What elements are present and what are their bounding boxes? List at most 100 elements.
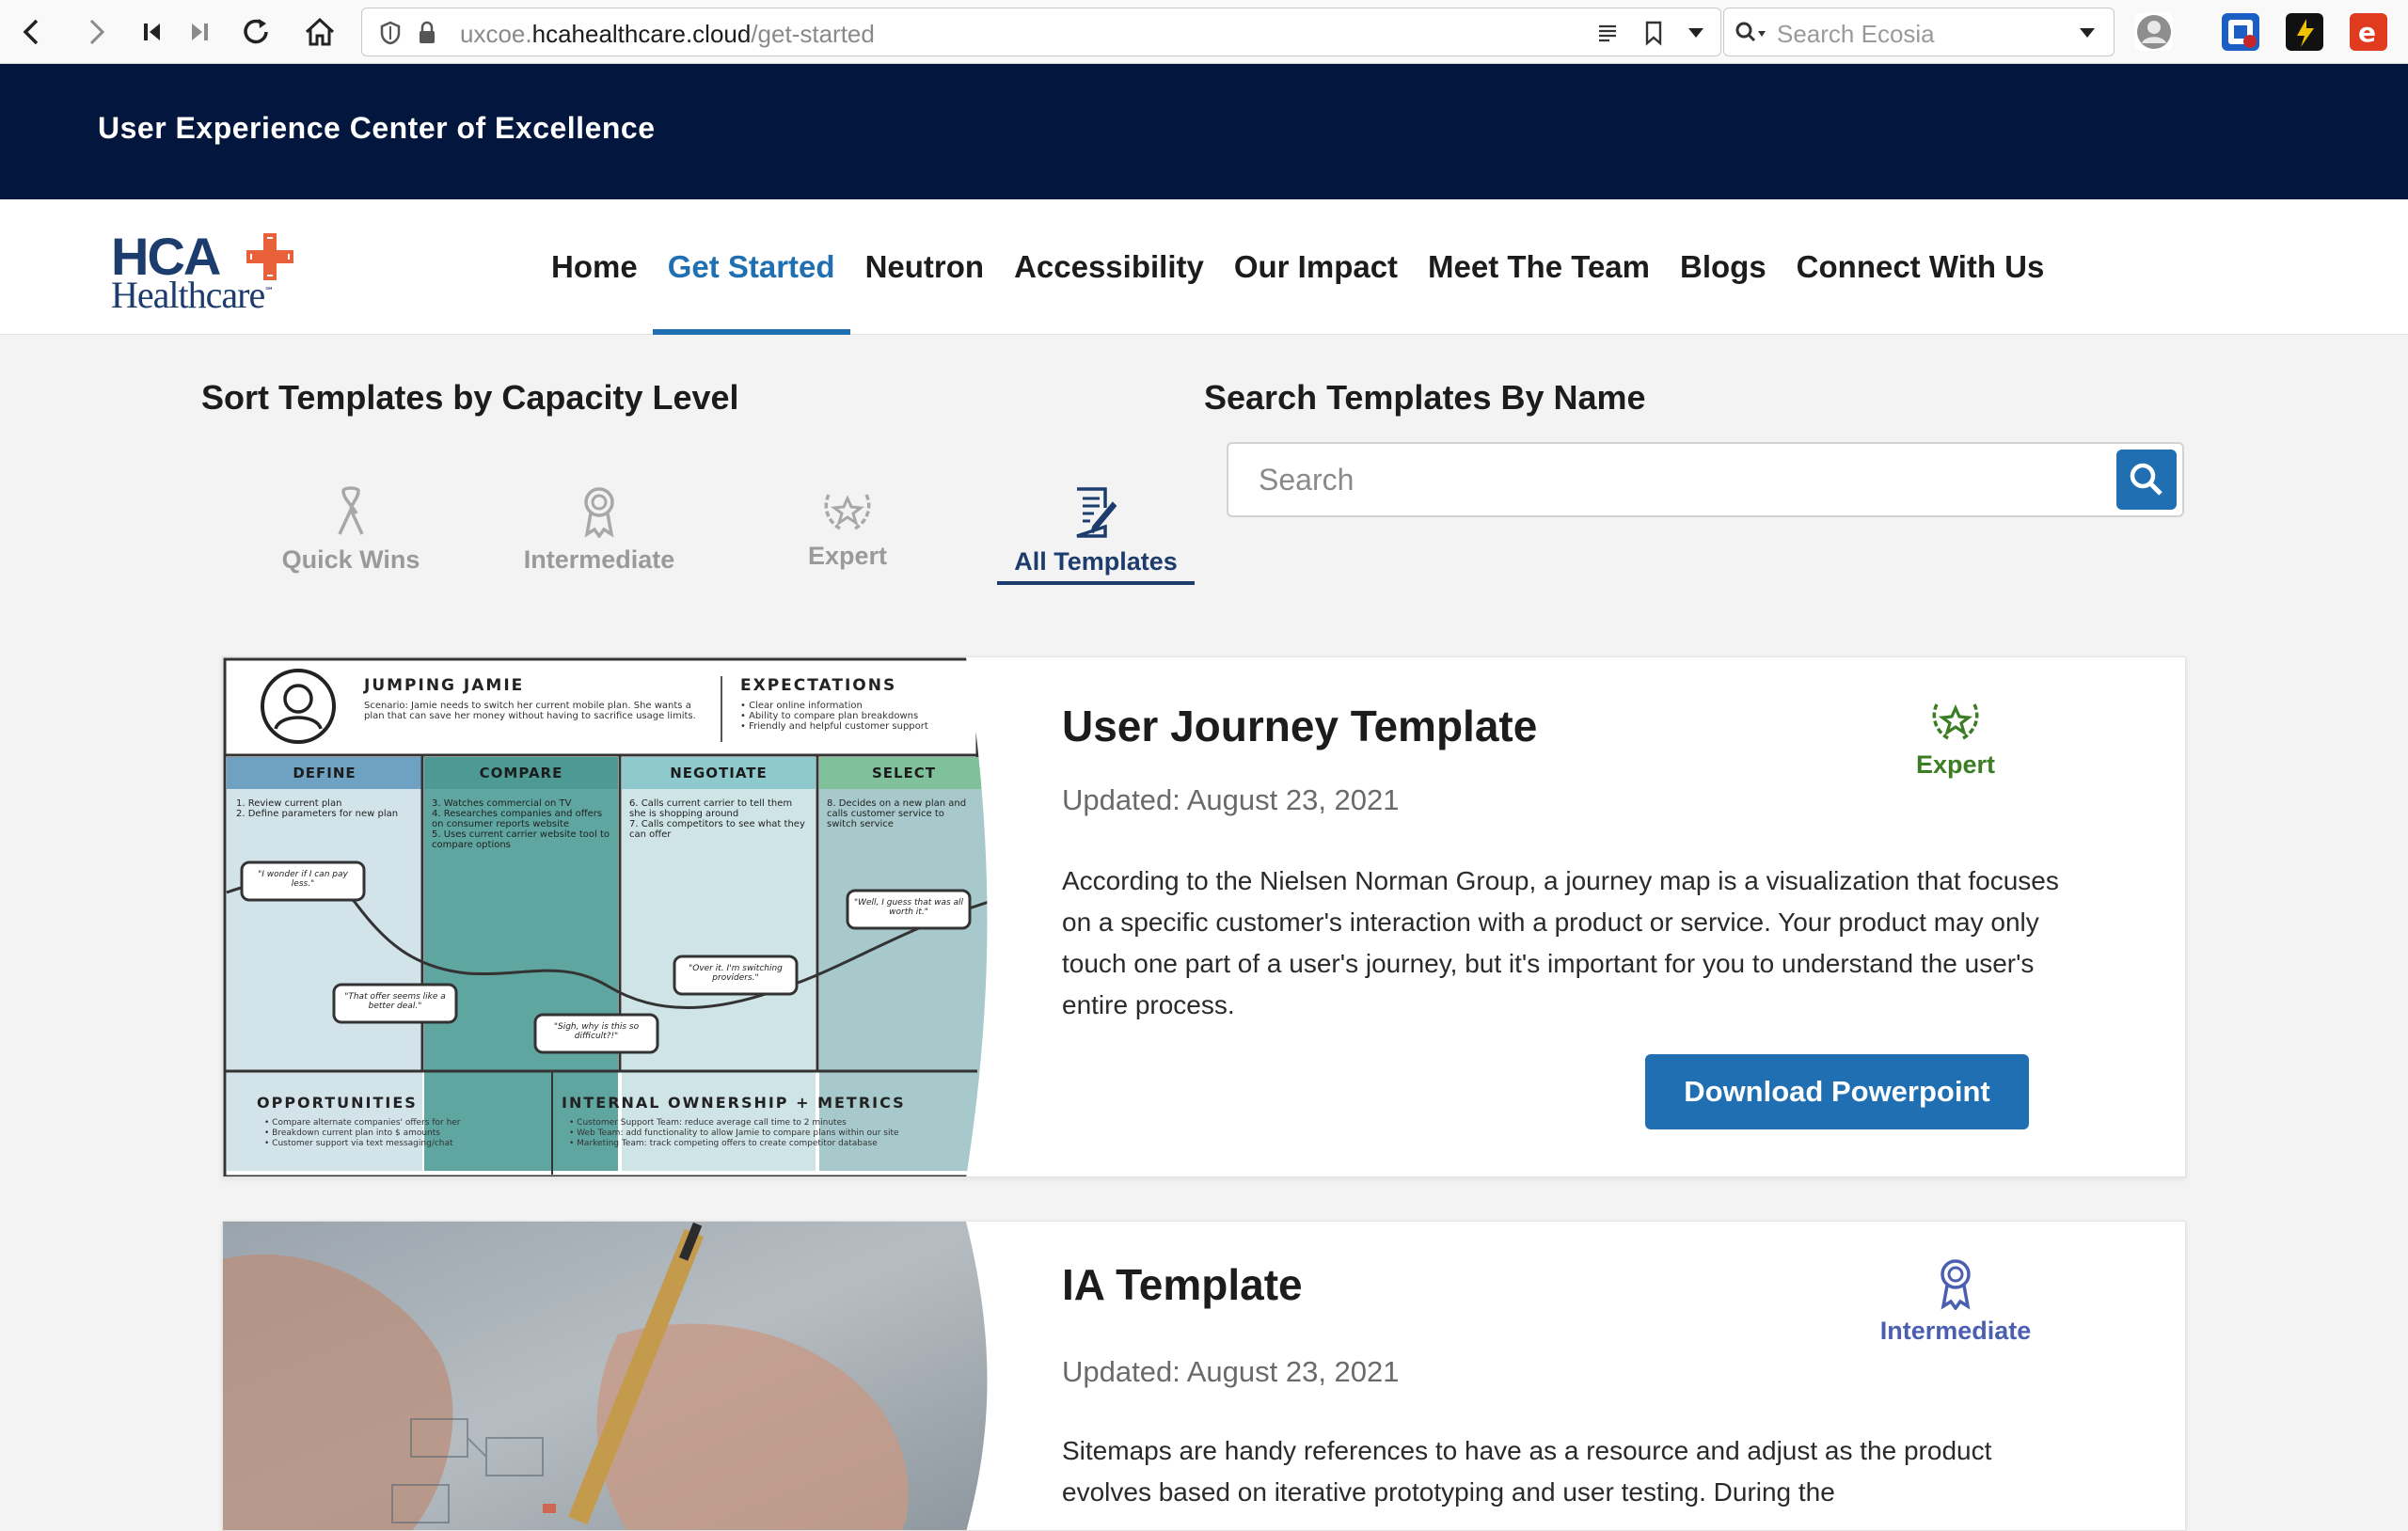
- logo-subtext: Healthcare℠: [111, 274, 274, 316]
- level-label: Expert: [1915, 750, 1996, 779]
- filter-all-templates[interactable]: All Templates: [997, 485, 1195, 585]
- filter-expert[interactable]: Expert: [749, 485, 946, 571]
- document-pen-icon: [1076, 487, 1117, 538]
- shield-icon[interactable]: [379, 21, 402, 45]
- extension-lightning-icon[interactable]: [2286, 13, 2323, 51]
- back-icon[interactable]: [11, 11, 53, 53]
- forward-icon[interactable]: [75, 11, 117, 53]
- ia-template-thumbnail[interactable]: [223, 1222, 989, 1530]
- phase-steps: 6. Calls current carrier to tell them sh…: [629, 798, 808, 840]
- level-badge-intermediate: Intermediate: [1861, 1257, 2050, 1346]
- main-navigation: HCA Healthcare℠ Home Get Started Neutron…: [0, 199, 2408, 335]
- expectations-list: • Clear online information • Ability to …: [740, 701, 928, 732]
- search-button[interactable]: [2116, 450, 2177, 510]
- phase-label: NEGOTIATE: [670, 765, 768, 781]
- nav-menu: Home Get Started Neutron Accessibility O…: [536, 199, 2059, 335]
- metrics-title: INTERNAL OWNERSHIP + METRICS: [562, 1094, 906, 1112]
- phase-step: 3. Watches commercial on TV: [432, 798, 572, 809]
- nav-meet-the-team[interactable]: Meet The Team: [1413, 199, 1665, 335]
- medal-icon: [1941, 1259, 1971, 1312]
- filter-label: Quick Wins: [281, 545, 420, 574]
- nav-neutron[interactable]: Neutron: [850, 199, 1000, 335]
- persona-name: JUMPING JAMIE: [364, 676, 525, 695]
- filter-quick-wins[interactable]: Quick Wins: [252, 485, 450, 575]
- reader-view-icon[interactable]: [1596, 22, 1619, 44]
- metric-item: • Web Team: add functionality to allow J…: [569, 1129, 899, 1138]
- medal-icon: [584, 487, 614, 538]
- phase-steps: 3. Watches commercial on TV 4. Researche…: [432, 798, 610, 850]
- extension-e-icon[interactable]: e: [2350, 13, 2387, 51]
- phase-step: 4. Researches companies and offers on co…: [432, 809, 603, 829]
- nav-blogs[interactable]: Blogs: [1665, 199, 1782, 335]
- quote: "Well, I guess that was all worth it.": [853, 898, 964, 917]
- nav-accessibility[interactable]: Accessibility: [999, 199, 1219, 335]
- expectations-title: EXPECTATIONS: [740, 676, 897, 695]
- nav-home[interactable]: Home: [536, 199, 653, 335]
- browser-search-placeholder: Search Ecosia: [1777, 20, 1935, 48]
- lock-icon[interactable]: [417, 21, 437, 45]
- phase-label: DEFINE: [293, 765, 356, 781]
- phase-step: 6. Calls current carrier to tell them sh…: [629, 798, 793, 819]
- template-title: IA Template: [1062, 1260, 1303, 1309]
- phase-step: 1. Review current plan: [236, 798, 342, 809]
- phase-steps: 8. Decides on a new plan and calls custo…: [827, 798, 968, 829]
- template-search-input[interactable]: Search: [1227, 442, 2184, 517]
- download-powerpoint-button[interactable]: Download Powerpoint: [1645, 1054, 2029, 1129]
- opportunities-list: • Compare alternate companies' offers fo…: [264, 1118, 461, 1149]
- quote: "Sigh, why is this so difficult?!": [553, 1022, 640, 1041]
- filter-label: Expert: [807, 542, 888, 570]
- phase-step: 8. Decides on a new plan and calls custo…: [827, 798, 967, 829]
- ribbon-icon: [338, 486, 364, 535]
- phase-step: 2. Define parameters for new plan: [236, 809, 399, 819]
- metric-item: • Customer Support Team: reduce average …: [569, 1118, 847, 1128]
- hca-healthcare-logo[interactable]: HCA Healthcare℠: [111, 226, 318, 320]
- home-icon[interactable]: [299, 11, 341, 53]
- reload-icon[interactable]: [235, 11, 277, 53]
- opportunity-item: • Customer support via text messaging/ch…: [264, 1139, 453, 1148]
- hand-sketch-photo: [223, 1222, 989, 1530]
- chevron-down-icon[interactable]: [2078, 25, 2097, 40]
- journey-map-thumbnail[interactable]: JUMPING JAMIE Scenario: Jamie needs to s…: [223, 657, 989, 1176]
- search-heading: Search Templates By Name: [1204, 378, 1646, 417]
- url-bar[interactable]: uxcoe.hcahealthcare.cloud/get-started: [361, 8, 1721, 56]
- browser-search-field[interactable]: Search Ecosia: [1723, 8, 2115, 56]
- skip-forward-icon[interactable]: [179, 11, 220, 53]
- expectation-item: • Clear online information: [740, 701, 863, 711]
- filter-label: All Templates: [1014, 547, 1178, 576]
- metrics-list: • Customer Support Team: reduce average …: [569, 1118, 899, 1149]
- template-description: According to the Nielsen Norman Group, a…: [1062, 866, 2059, 1019]
- site-banner-title: User Experience Center of Excellence: [98, 111, 656, 145]
- search-icon: [2130, 463, 2162, 496]
- skip-back-icon[interactable]: [132, 11, 173, 53]
- template-description: Sitemaps are handy references to have as…: [1062, 1436, 1992, 1507]
- metric-item: • Marketing Team: track competing offers…: [569, 1139, 878, 1148]
- level-badge-expert: Expert: [1861, 695, 2050, 780]
- nav-our-impact[interactable]: Our Impact: [1219, 199, 1413, 335]
- account-icon[interactable]: [2135, 13, 2173, 51]
- opportunity-item: • Breakdown current plan into $ amounts: [264, 1129, 440, 1138]
- site-banner: User Experience Center of Excellence: [0, 64, 2408, 199]
- phase-label: SELECT: [871, 765, 937, 781]
- bookmark-icon[interactable]: [1643, 20, 1664, 46]
- extension-shield-icon[interactable]: [2222, 13, 2259, 51]
- star-wreath-icon: [824, 494, 871, 530]
- svg-text:e: e: [2358, 17, 2376, 48]
- nav-connect-with-us[interactable]: Connect With Us: [1782, 199, 2060, 335]
- expectation-item: • Friendly and helpful customer support: [740, 721, 928, 732]
- phase-step: 5. Uses current carrier website tool to …: [432, 829, 610, 850]
- template-card: JUMPING JAMIE Scenario: Jamie needs to s…: [222, 656, 2186, 1177]
- nav-get-started[interactable]: Get Started: [652, 199, 850, 335]
- search-placeholder: Search: [1259, 463, 1354, 497]
- level-label: Intermediate: [1879, 1317, 2032, 1345]
- chevron-down-icon[interactable]: [1687, 25, 1705, 40]
- quote: "I wonder if I can pay less.": [258, 870, 348, 889]
- template-title: User Journey Template: [1062, 702, 1538, 750]
- template-updated-date: Updated: August 23, 2021: [1062, 1355, 1400, 1388]
- url-text[interactable]: uxcoe.hcahealthcare.cloud/get-started: [460, 20, 875, 49]
- phase-steps: 1. Review current plan 2. Define paramet…: [236, 798, 415, 819]
- search-engine-icon[interactable]: [1734, 20, 1767, 46]
- filter-heading: Sort Templates by Capacity Level: [201, 378, 739, 417]
- expectation-item: • Ability to compare plan breakdowns: [740, 711, 919, 721]
- filter-intermediate[interactable]: Intermediate: [500, 485, 698, 575]
- filter-label: Intermediate: [523, 545, 675, 574]
